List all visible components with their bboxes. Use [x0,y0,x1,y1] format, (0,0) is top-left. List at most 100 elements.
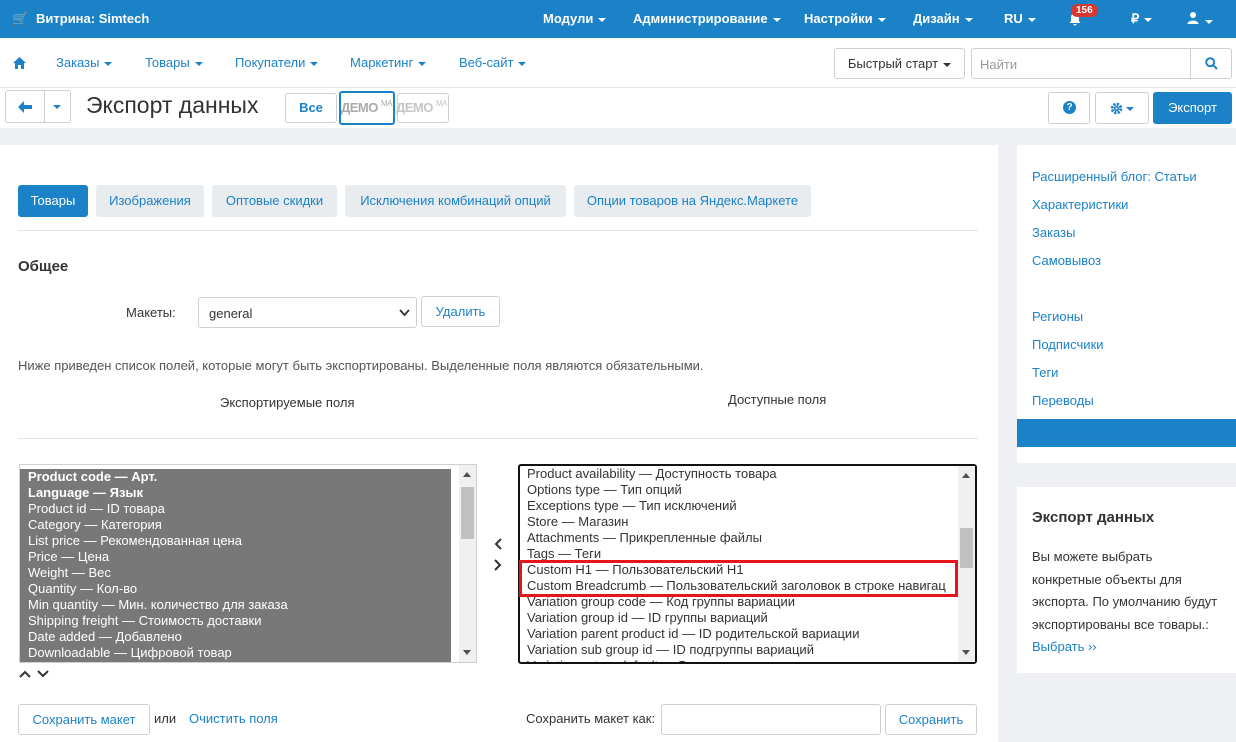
quick-start-button[interactable]: Быстрый старт [834,48,965,79]
available-field-item[interactable]: Variation group id — ID группы вариаций [520,610,958,626]
exported-field-item[interactable]: Min quantity — Мин. количество для заказ… [20,597,451,613]
scroll-thumb[interactable] [461,487,474,539]
available-field-item[interactable]: Store — Магазин [520,514,958,530]
exported-field-item[interactable]: Language — Язык [20,485,451,501]
move-up-icon[interactable] [19,670,31,678]
menu-language[interactable]: RU [1004,11,1036,26]
sidebar-item[interactable]: Пользователи [1032,421,1117,436]
sidebar-item[interactable]: Характеристики [1032,197,1128,212]
sidebar-item[interactable]: Самовывоз [1032,253,1101,268]
cart-icon: 🛒 [12,11,29,26]
tab-images[interactable]: Изображения [96,185,204,217]
move-right-icon[interactable] [494,559,502,571]
chevron-down-icon [310,61,319,66]
menu-administration[interactable]: Администрирование [633,11,781,26]
tab-wholesale-discounts[interactable]: Оптовые скидки [212,185,337,217]
available-field-item[interactable]: Attachments — Прикрепленные файлы [520,530,958,546]
scroll-down-icon[interactable] [962,650,970,655]
chevron-down-icon [772,17,781,22]
search-button[interactable] [1190,49,1231,78]
menu-settings[interactable]: Настройки [804,11,886,26]
tab-yandex-market-options[interactable]: Опции товаров на Яндекс.Маркете [574,185,811,217]
sidebar-item[interactable]: Расширенный блог: Статьи [1032,169,1197,184]
available-field-item[interactable]: Variation sub group id — ID подгруппы ва… [520,642,958,658]
nav-customers[interactable]: Покупатели [235,55,319,70]
menu-currency[interactable]: ₽ [1131,11,1153,27]
storefront-demo-1[interactable]: ДЕМО МА [339,91,395,125]
available-field-item[interactable]: Product availability — Доступность товар… [520,466,958,482]
move-down-icon[interactable] [37,670,49,678]
chevron-down-icon [1205,19,1213,24]
nav-marketing[interactable]: Маркетинг [350,55,427,70]
exported-field-item[interactable]: Downloadable — Цифровой товар [20,645,451,661]
storefront-selector[interactable]: 🛒 Витрина: Simtech [12,11,149,27]
save-button[interactable]: Сохранить [885,704,977,735]
layout-name-input[interactable] [661,704,881,735]
exported-fields-list[interactable]: Product code — Арт. Language — Язык Produc… [19,464,477,663]
sidebar-item[interactable]: Заказы [1032,225,1075,240]
sidebar-item[interactable]: Товары [1032,281,1077,296]
export-button[interactable]: Экспорт [1153,92,1232,124]
available-field-item[interactable]: Options type — Тип опций [520,482,958,498]
exported-field-item[interactable]: Price — Цена [20,549,451,565]
home-icon[interactable] [13,57,26,69]
all-storefronts-button[interactable]: Все [285,93,337,123]
history-dropdown-button[interactable] [44,90,71,123]
nav-orders-label: Заказы [56,55,100,70]
exported-field-item[interactable]: Category — Категория [20,517,451,533]
exported-field-item[interactable]: List price — Рекомендованная цена [20,533,451,549]
nav-products-label: Товары [145,55,190,70]
menu-currency-label: ₽ [1131,11,1140,26]
nav-marketing-label: Маркетинг [350,55,414,70]
sidebar-item[interactable]: Регионы [1032,309,1083,324]
available-field-item[interactable]: Variation parent product id — ID родител… [520,626,958,642]
exported-scrollbar[interactable] [459,465,476,662]
exported-field-item[interactable]: Shipping freight — Стоимость доставки [20,613,451,629]
exported-field-item[interactable]: Quantity — Кол-во [20,581,451,597]
menu-design[interactable]: Дизайн [913,11,973,26]
save-layout-button[interactable]: Сохранить макет [18,704,150,735]
nav-orders[interactable]: Заказы [56,55,113,70]
user-icon [1187,12,1199,24]
clear-fields-link[interactable]: Очистить поля [189,711,278,726]
storefront-demo-2[interactable]: ДЕМО МА [396,93,449,123]
available-scrollbar[interactable] [958,466,975,662]
sidebar-item[interactable]: Подписчики [1032,337,1104,352]
scroll-thumb[interactable] [960,528,973,568]
storefront-demo-2-label: ДЕМО [396,100,433,115]
exported-field-item[interactable]: Product id — ID товара [20,501,451,517]
back-button[interactable] [5,90,45,123]
scroll-down-icon[interactable] [463,650,471,655]
layout-select[interactable]: general [198,297,417,328]
sidebar-item[interactable]: Теги [1032,365,1058,380]
chevron-down-icon [598,17,607,22]
sidebar-item[interactable]: Переводы [1032,393,1094,408]
scroll-up-icon[interactable] [962,473,970,478]
exported-field-item[interactable]: Product code — Арт. [20,469,451,485]
tab-products[interactable]: Товары [18,185,88,217]
nav-website-label: Веб-сайт [459,55,514,70]
select-objects-link[interactable]: Выбрать ›› [1032,639,1097,654]
section-title: Общее [18,258,69,275]
info-text: Вы можете выбрать конкретные объекты для… [1032,546,1217,659]
delete-layout-button[interactable]: Удалить [421,296,500,327]
settings-dropdown-button[interactable] [1095,92,1149,124]
search-input[interactable] [980,57,1180,72]
nav-products[interactable]: Товары [145,55,203,70]
menu-modules[interactable]: Модули [543,11,607,26]
user-menu[interactable] [1186,11,1213,28]
exported-field-item[interactable]: Date added — Добавлено [20,629,451,645]
chevron-down-icon [877,17,886,22]
search-icon [1205,57,1218,70]
exported-field-item[interactable]: Weight — Вес [20,565,451,581]
info-text-line: конкретные объекты для [1032,571,1182,587]
available-field-item[interactable]: Exceptions type — Тип исключений [520,498,958,514]
divider [18,438,978,439]
exported-fields-header: Экспортируемые поля [220,395,355,410]
move-left-icon[interactable] [494,538,502,550]
help-button[interactable]: ? [1048,92,1090,124]
available-field-item[interactable]: Variation set as default — Вариация по у… [520,658,958,662]
nav-website[interactable]: Веб-сайт [459,55,527,70]
tab-option-combination-exceptions[interactable]: Исключения комбинаций опций [345,185,566,217]
scroll-up-icon[interactable] [463,472,471,477]
